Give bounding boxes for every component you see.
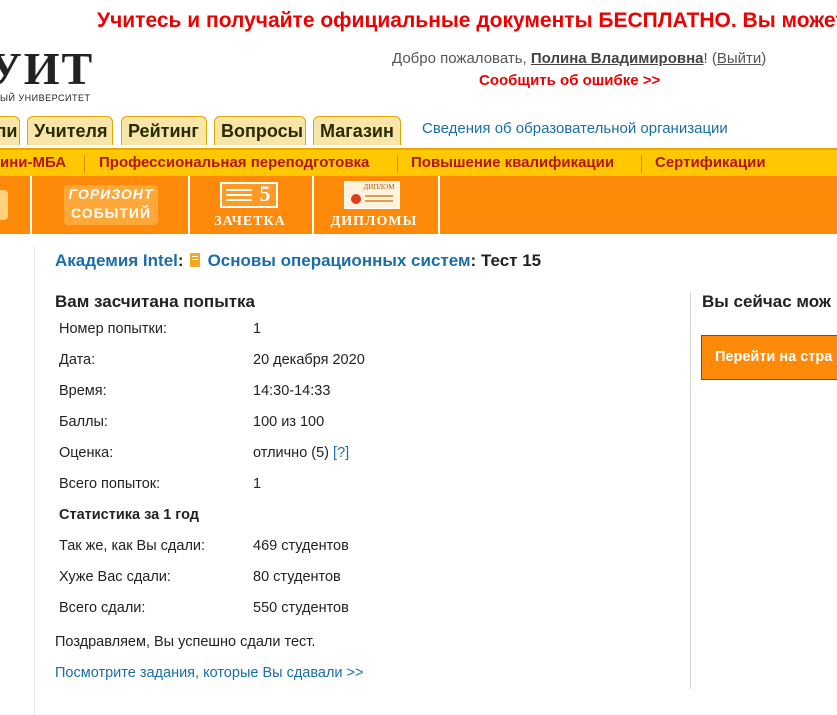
breadcrumb-colon: : [177, 251, 184, 270]
result-title: Вам засчитана попытка [55, 292, 255, 311]
view-tasks-link[interactable]: Посмотрите задания, которые Вы сдавали >… [55, 665, 363, 681]
row-label: Хуже Вас сдали: [59, 568, 171, 585]
row-value: 20 декабря 2020 [253, 351, 365, 368]
row-label: Всего сдали: [59, 599, 146, 616]
welcome-close: ) [761, 50, 767, 67]
table-row: Оценка: отлично (5) [?] [55, 437, 365, 468]
table-row: Дата: 20 декабря 2020 [55, 344, 365, 375]
go-to-page-button[interactable]: Перейти на стра [701, 335, 837, 380]
row-label: Номер попытки: [59, 320, 167, 337]
menu-qualification[interactable]: Повышение квалификации [411, 154, 614, 171]
diploma-icon-text: ДИПЛОМ [363, 183, 395, 191]
right-panel-title: Вы сейчас мож [702, 292, 831, 311]
table-row: Всего сдали: 550 студентов [55, 592, 365, 623]
gradebook-icon: 5 [220, 181, 278, 208]
banner-partial-icon [0, 190, 8, 220]
table-row: Так же, как Вы сдали: 469 студентов [55, 530, 365, 561]
banner-diplomas[interactable]: ДИПЛОМ ДИПЛОМЫ [314, 176, 440, 234]
left-divider [34, 246, 35, 715]
welcome-suffix: ! ( [703, 50, 717, 67]
stats-title: Статистика за 1 год [59, 506, 200, 523]
gradebook-number: 5 [259, 181, 271, 206]
row-value: 80 студентов [253, 568, 341, 585]
row-label: Время: [59, 382, 107, 399]
table-row: Время: 14:30-14:33 [55, 375, 365, 406]
promo-text: Учитесь и получайте официальные документ… [97, 9, 837, 32]
org-info-link[interactable]: Сведения об образовательной организации [422, 120, 728, 137]
row-value: 550 студентов [253, 599, 349, 616]
diploma-icon: ДИПЛОМ [344, 181, 400, 209]
breadcrumb: Академия Intel: Основы операционных систе… [55, 251, 541, 271]
site-logo-subtitle: ЫЙ УНИВЕРСИТЕТ [0, 93, 91, 103]
user-name-link[interactable]: Полина Владимировна [531, 50, 704, 67]
grade-value: отлично (5) [253, 444, 330, 461]
row-label: Всего попыток: [59, 475, 161, 492]
site-logo[interactable]: УИТ [0, 46, 94, 92]
menu-divider [397, 155, 398, 173]
menu-retraining[interactable]: Профессиональная переподготовка [99, 154, 369, 171]
tab-rating[interactable]: Рейтинг [121, 116, 207, 145]
menu-divider [84, 155, 85, 173]
secondary-menu: ини-МБА Профессиональная переподготовка … [0, 148, 837, 176]
tab-questions[interactable]: Вопросы [214, 116, 306, 145]
feature-banners: ГОРИЗОНТ СОБЫТИЙ 5 ЗАЧЕТКА ДИПЛОМ ДИПЛОМ… [0, 176, 837, 234]
diplomas-label: ДИПЛОМЫ [330, 214, 418, 229]
table-row: Хуже Вас сдали: 80 студентов [55, 561, 365, 592]
zachetka-label: ЗАЧЕТКА [214, 214, 286, 229]
row-value: отлично (5) [?] [249, 437, 365, 468]
menu-certification[interactable]: Сертификации [655, 154, 766, 171]
attempt-details: Номер попытки: 1 Дата: 20 декабря 2020 Вре… [55, 313, 365, 623]
breadcrumb-course[interactable]: Основы операционных систем [208, 251, 471, 270]
tab-partial[interactable]: ли [0, 116, 20, 145]
horizon-line2: СОБЫТИЙ [70, 205, 152, 221]
grade-help-link[interactable]: [?] [333, 445, 349, 461]
row-value: 100 из 100 [253, 413, 325, 430]
row-value: 1 [253, 320, 262, 337]
promo-banner[interactable]: Учитесь и получайте официальные документ… [0, 0, 837, 44]
book-icon [189, 253, 200, 267]
row-label: Дата: [59, 351, 96, 368]
table-row: Баллы: 100 из 100 [55, 406, 365, 437]
row-label: Баллы: [59, 413, 108, 430]
table-row: Всего попыток: 1 [55, 468, 365, 499]
report-error-link[interactable]: Сообщить об ошибке >> [479, 72, 660, 89]
row-value: 469 студентов [253, 537, 349, 554]
column-divider [690, 292, 691, 689]
row-label: Так же, как Вы сдали: [59, 537, 206, 554]
tab-teachers[interactable]: Учителя [27, 116, 113, 145]
banner-event-horizon[interactable]: ГОРИЗОНТ СОБЫТИЙ [32, 176, 190, 234]
banner-partial[interactable] [0, 176, 32, 234]
congrats-message: Поздравляем, Вы успешно сдали тест. [55, 634, 316, 650]
menu-mini-mba[interactable]: ини-МБА [0, 154, 66, 171]
stats-section-header: Статистика за 1 год [55, 499, 365, 530]
logout-link[interactable]: Выйти [717, 50, 761, 67]
row-label: Оценка: [59, 444, 114, 461]
row-value: 1 [253, 475, 262, 492]
banner-zachetka[interactable]: 5 ЗАЧЕТКА [190, 176, 314, 234]
welcome-message: Добро пожаловать, Полина Владимировна! (… [392, 50, 766, 67]
horizon-line1: ГОРИЗОНТ [68, 186, 154, 202]
row-value: 14:30-14:33 [253, 382, 331, 399]
breadcrumb-academy[interactable]: Академия Intel [55, 251, 178, 270]
table-row: Номер попытки: 1 [55, 313, 365, 344]
menu-divider [641, 155, 642, 173]
breadcrumb-test: Тест 15 [476, 251, 542, 270]
tab-shop[interactable]: Магазин [313, 116, 401, 145]
welcome-prefix: Добро пожаловать, [392, 50, 531, 67]
